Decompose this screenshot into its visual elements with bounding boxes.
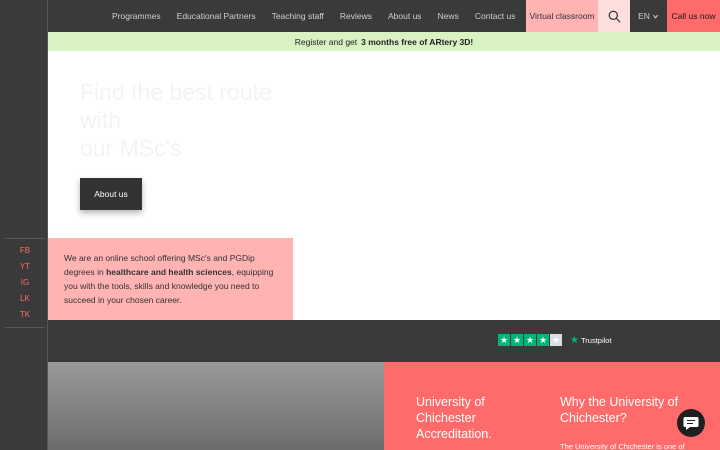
intro-box: We are an online school offering MSc's a… <box>48 238 293 320</box>
hero-title: Find the best route with our MSc's <box>80 78 320 162</box>
hero-title-line2: with <box>80 107 121 133</box>
campus-photo <box>48 362 384 450</box>
hero-title-line1: Find the best route <box>80 79 272 105</box>
nav-educational-partners[interactable]: Educational Partners <box>177 11 256 21</box>
language-selector[interactable]: EN <box>630 0 667 32</box>
promo-highlight: 3 months free of ARtery 3D! <box>361 36 474 47</box>
social-link-instagram[interactable]: IG <box>5 275 45 291</box>
top-navigation-bar: Programmes Educational Partners Teaching… <box>48 0 720 32</box>
nav-programmes[interactable]: Programmes <box>112 11 161 21</box>
language-label: EN <box>638 11 650 21</box>
about-us-button[interactable]: About us <box>80 178 142 210</box>
social-links: FB YT IG LK TK <box>5 238 45 328</box>
rating-star-icon: ★ <box>511 334 523 346</box>
search-button[interactable] <box>598 0 630 32</box>
nav-about-us[interactable]: About us <box>388 11 422 21</box>
main-nav: Programmes Educational Partners Teaching… <box>48 0 531 32</box>
trustpilot-band: ★ ★ ★ ★ ★ ★ Trustpilot <box>48 320 720 362</box>
trustpilot-label: Trustpilot <box>580 336 612 345</box>
chat-bubble-icon <box>683 416 699 430</box>
trustpilot-stars[interactable]: ★ ★ ★ ★ ★ <box>498 334 563 346</box>
promo-text: Register and get <box>294 36 358 47</box>
rating-star-icon: ★ <box>537 334 549 346</box>
star-icon: ★ <box>570 335 579 346</box>
why-university-text: The University of Chichester is one of <box>560 442 685 450</box>
left-sidebar: FB YT IG LK TK <box>0 0 48 450</box>
hero-title-line3: our MSc's <box>80 135 182 161</box>
accreditation-title: University of Chichester Accreditation. <box>416 395 492 441</box>
nav-reviews[interactable]: Reviews <box>340 11 372 21</box>
social-link-linkedin[interactable]: LK <box>5 291 45 307</box>
social-link-facebook[interactable]: FB <box>5 243 45 259</box>
accreditation-section: University of Chichester Accreditation. … <box>384 362 720 450</box>
chat-button[interactable] <box>677 409 705 437</box>
rating-star-icon: ★ <box>550 334 562 346</box>
rating-star-icon: ★ <box>524 334 536 346</box>
social-link-youtube[interactable]: YT <box>5 259 45 275</box>
trustpilot-logo[interactable]: ★ Trustpilot <box>570 335 612 346</box>
nav-teaching-staff[interactable]: Teaching staff <box>272 11 324 21</box>
promo-banner[interactable]: Register and get 3 months free of ARtery… <box>48 32 720 51</box>
chevron-down-icon <box>652 14 658 19</box>
search-icon <box>608 10 621 23</box>
virtual-classroom-button[interactable]: Virtual classroom <box>526 0 598 32</box>
rating-star-icon: ★ <box>498 334 510 346</box>
call-us-button[interactable]: Call us now <box>667 0 720 32</box>
intro-bold: healthcare and health sciences <box>106 267 232 277</box>
why-university-title: Why the University of Chichester? <box>560 395 679 425</box>
nav-news[interactable]: News <box>438 11 459 21</box>
nav-contact-us[interactable]: Contact us <box>475 11 516 21</box>
social-link-tiktok[interactable]: TK <box>5 307 45 323</box>
